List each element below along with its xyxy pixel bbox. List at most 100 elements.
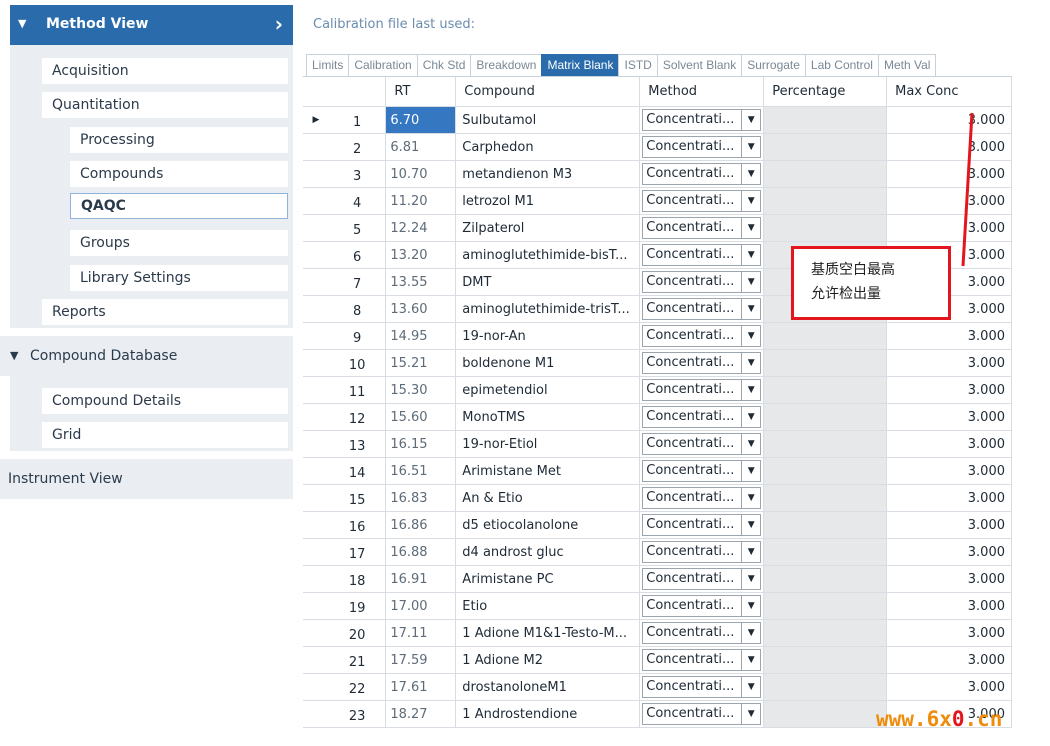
tab-meth-val[interactable]: Meth Val [877, 54, 937, 76]
dropdown-arrow-icon[interactable]: ▼ [741, 191, 760, 211]
instrument-view-header[interactable]: Instrument View [0, 459, 293, 499]
dropdown-arrow-icon[interactable]: ▼ [741, 650, 760, 670]
max-conc-cell[interactable]: 3.000 [886, 538, 1012, 566]
compound-cell[interactable]: d4 androst gluc [455, 538, 641, 566]
percentage-cell[interactable] [763, 646, 888, 674]
method-dropdown[interactable]: Concentrati... ▼ [642, 190, 762, 212]
table-row[interactable]: 2 6.81 Carphedon Concentrati... ▼ 3.000 [303, 133, 1012, 161]
method-dropdown[interactable]: Concentrati... ▼ [642, 622, 762, 644]
method-cell[interactable]: Concentrati... ▼ [639, 106, 765, 134]
compound-cell[interactable]: metandienon M3 [455, 160, 641, 188]
compound-cell[interactable]: MonoTMS [455, 403, 641, 431]
method-cell[interactable]: Concentrati... ▼ [639, 457, 765, 485]
method-dropdown[interactable]: Concentrati... ▼ [642, 244, 762, 266]
sidebar-item-quantitation[interactable]: Quantitation [42, 92, 288, 118]
compound-cell[interactable]: 19-nor-Etiol [455, 430, 641, 458]
compound-cell[interactable]: Arimistane Met [455, 457, 641, 485]
rt-cell[interactable]: 17.00 [385, 592, 457, 620]
max-conc-cell[interactable]: 3.000 [886, 457, 1012, 485]
method-cell[interactable]: Concentrati... ▼ [639, 484, 765, 512]
rt-cell[interactable]: 13.60 [385, 295, 457, 323]
rt-cell[interactable]: 16.91 [385, 565, 457, 593]
sidebar-item-compounds[interactable]: Compounds [70, 161, 288, 187]
method-cell[interactable]: Concentrati... ▼ [639, 349, 765, 377]
dropdown-arrow-icon[interactable]: ▼ [741, 515, 760, 535]
max-conc-cell[interactable]: 3.000 [886, 484, 1012, 512]
table-row[interactable]: 5 12.24 Zilpaterol Concentrati... ▼ 3.000 [303, 214, 1012, 242]
dropdown-arrow-icon[interactable]: ▼ [741, 245, 760, 265]
dropdown-arrow-icon[interactable]: ▼ [741, 164, 760, 184]
method-dropdown[interactable]: Concentrati... ▼ [642, 163, 762, 185]
table-row[interactable]: 4 11.20 letrozol M1 Concentrati... ▼ 3.000 [303, 187, 1012, 215]
max-conc-cell[interactable]: 3.000 [886, 673, 1012, 701]
table-row[interactable]: 11 15.30 epimetendiol Concentrati... ▼ 3.000 [303, 376, 1012, 404]
percentage-cell[interactable] [763, 457, 888, 485]
method-dropdown[interactable]: Concentrati... ▼ [642, 406, 762, 428]
dropdown-arrow-icon[interactable]: ▼ [741, 596, 760, 616]
max-conc-cell[interactable]: 3.000 [886, 322, 1012, 350]
table-row[interactable]: 21 17.59 1 Adione M2 Concentrati... ▼ 3.000 [303, 646, 1012, 674]
method-dropdown[interactable]: Concentrati... ▼ [642, 676, 762, 698]
compound-database-header[interactable]: ▼ Compound Database [0, 336, 293, 376]
dropdown-arrow-icon[interactable]: ▼ [741, 704, 760, 724]
rt-cell[interactable]: 16.15 [385, 430, 457, 458]
percentage-cell[interactable] [763, 484, 888, 512]
compound-cell[interactable]: letrozol M1 [455, 187, 641, 215]
method-dropdown[interactable]: Concentrati... ▼ [642, 487, 762, 509]
rt-cell[interactable]: 13.55 [385, 268, 457, 296]
method-cell[interactable]: Concentrati... ▼ [639, 295, 765, 323]
table-row[interactable]: 3 10.70 metandienon M3 Concentrati... ▼ 3.000 [303, 160, 1012, 188]
compound-cell[interactable]: Sulbutamol [455, 106, 641, 134]
sidebar-item-grid[interactable]: Grid [42, 422, 288, 448]
percentage-cell[interactable] [763, 106, 888, 134]
max-conc-cell[interactable]: 3.000 [886, 133, 1012, 161]
table-row[interactable]: 22 17.61 drostanoloneM1 Concentrati... ▼ 3.00… [303, 673, 1012, 701]
method-cell[interactable]: Concentrati... ▼ [639, 673, 765, 701]
rt-cell[interactable]: 17.11 [385, 619, 457, 647]
compound-cell[interactable]: drostanoloneM1 [455, 673, 641, 701]
rt-cell[interactable]: 18.27 [385, 700, 457, 728]
compound-cell[interactable]: epimetendiol [455, 376, 641, 404]
sidebar-item-qaqc[interactable]: QAQC [70, 193, 288, 219]
sidebar-item-compound-details[interactable]: Compound Details [42, 388, 288, 414]
percentage-cell[interactable] [763, 565, 888, 593]
tab-limits[interactable]: Limits [306, 54, 350, 76]
dropdown-arrow-icon[interactable]: ▼ [741, 677, 760, 697]
dropdown-arrow-icon[interactable]: ▼ [741, 380, 760, 400]
max-conc-cell[interactable]: 3.000 [886, 160, 1012, 188]
rt-cell[interactable]: 16.83 [385, 484, 457, 512]
dropdown-arrow-icon[interactable]: ▼ [741, 542, 760, 562]
compound-cell[interactable]: boldenone M1 [455, 349, 641, 377]
max-conc-column-header[interactable]: Max Conc [886, 77, 1012, 107]
table-row[interactable]: 15 16.83 An & Etio Concentrati... ▼ 3.000 [303, 484, 1012, 512]
method-cell[interactable]: Concentrati... ▼ [639, 376, 765, 404]
method-dropdown[interactable]: Concentrati... ▼ [642, 136, 762, 158]
method-cell[interactable]: Concentrati... ▼ [639, 214, 765, 242]
method-cell[interactable]: Concentrati... ▼ [639, 565, 765, 593]
rt-cell[interactable]: 6.81 [385, 133, 457, 161]
percentage-column-header[interactable]: Percentage [763, 77, 888, 107]
compound-column-header[interactable]: Compound [455, 77, 641, 107]
percentage-cell[interactable] [763, 592, 888, 620]
rt-cell[interactable]: 17.61 [385, 673, 457, 701]
rt-cell[interactable]: 10.70 [385, 160, 457, 188]
percentage-cell[interactable] [763, 700, 888, 728]
percentage-cell[interactable] [763, 160, 888, 188]
table-row[interactable]: 10 15.21 boldenone M1 Concentrati... ▼ 3.000 [303, 349, 1012, 377]
sidebar-item-processing[interactable]: Processing [70, 127, 288, 153]
method-cell[interactable]: Concentrati... ▼ [639, 268, 765, 296]
tab-surrogate[interactable]: Surrogate [741, 54, 806, 76]
method-cell[interactable]: Concentrati... ▼ [639, 538, 765, 566]
tab-solvent-blank[interactable]: Solvent Blank [656, 54, 743, 76]
percentage-cell[interactable] [763, 349, 888, 377]
table-row[interactable]: 16 16.86 d5 etiocolanolone Concentrati... ▼ 3… [303, 511, 1012, 539]
max-conc-cell[interactable]: 3.000 [886, 214, 1012, 242]
max-conc-cell[interactable]: 3.000 [886, 403, 1012, 431]
table-row[interactable]: 17 16.88 d4 androst gluc Concentrati... ▼ 3.0… [303, 538, 1012, 566]
method-dropdown[interactable]: Concentrati... ▼ [642, 298, 762, 320]
rt-cell[interactable]: 16.51 [385, 457, 457, 485]
method-dropdown[interactable]: Concentrati... ▼ [642, 595, 762, 617]
percentage-cell[interactable] [763, 538, 888, 566]
tab-matrix-blank[interactable]: Matrix Blank [541, 54, 620, 76]
method-cell[interactable]: Concentrati... ▼ [639, 187, 765, 215]
